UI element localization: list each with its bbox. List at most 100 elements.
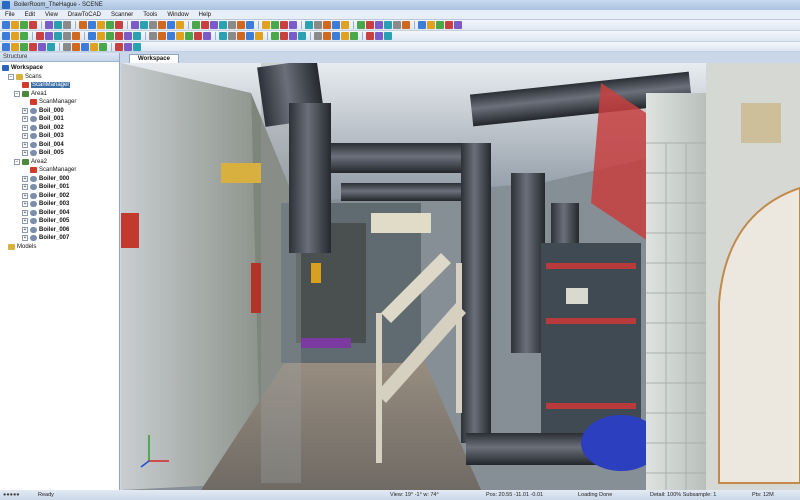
tab-workspace[interactable]: Workspace: [129, 54, 179, 63]
toolbar-button-icon[interactable]: [45, 32, 53, 40]
toolbar-button-icon[interactable]: [332, 21, 340, 29]
tree-item-scan[interactable]: + Boiler_003: [2, 200, 119, 209]
toolbar-button-icon[interactable]: [72, 42, 80, 51]
toolbar-button-icon[interactable]: [185, 32, 193, 40]
toolbar-button-icon[interactable]: [219, 21, 227, 29]
toolbar-button-icon[interactable]: [20, 42, 28, 51]
toolbar-button-icon[interactable]: [219, 32, 227, 40]
toolbar-button-icon[interactable]: [323, 32, 331, 40]
toolbar-button-icon[interactable]: [2, 42, 10, 51]
toolbar-button-icon[interactable]: [228, 32, 236, 40]
expand-icon[interactable]: +: [22, 175, 28, 182]
toolbar-button-icon[interactable]: [131, 21, 139, 29]
menu-scanner[interactable]: Scanner: [106, 12, 138, 18]
toolbar-button-icon[interactable]: [90, 42, 98, 51]
toolbar-button-icon[interactable]: [305, 21, 313, 29]
toolbar-button-icon[interactable]: [140, 21, 148, 29]
toolbar-button-icon[interactable]: [133, 42, 141, 51]
toolbar-button-icon[interactable]: [167, 21, 175, 29]
toolbar-button-icon[interactable]: [124, 32, 132, 40]
expand-icon[interactable]: +: [22, 150, 28, 157]
toolbar-button-icon[interactable]: [194, 32, 202, 40]
tree-item-scan[interactable]: + Boiler_007: [2, 234, 119, 243]
toolbar-button-icon[interactable]: [88, 32, 96, 40]
toolbar-button-icon[interactable]: [384, 32, 392, 40]
menu-file[interactable]: File: [0, 12, 20, 18]
toolbar-button-icon[interactable]: [454, 21, 462, 29]
expand-icon[interactable]: +: [22, 116, 28, 123]
toolbar-button-icon[interactable]: [255, 32, 263, 40]
toolbar-button-icon[interactable]: [29, 42, 37, 51]
expand-icon[interactable]: +: [22, 107, 28, 114]
toolbar-button-icon[interactable]: [192, 21, 200, 29]
toolbar-button-icon[interactable]: [357, 21, 365, 29]
toolbar-button-icon[interactable]: [176, 21, 184, 29]
toolbar-button-icon[interactable]: [289, 32, 297, 40]
tree-item-scans[interactable]: − Scans: [2, 73, 119, 82]
toolbar-button-icon[interactable]: [63, 21, 71, 29]
toolbar-button-icon[interactable]: [20, 21, 28, 29]
toolbar-button-icon[interactable]: [314, 32, 322, 40]
tree-item-area1[interactable]: − Area1: [2, 90, 119, 99]
tree-item-scan[interactable]: + Boil_001: [2, 115, 119, 124]
toolbar-button-icon[interactable]: [298, 32, 306, 40]
toolbar-button-icon[interactable]: [237, 32, 245, 40]
toolbar-button-icon[interactable]: [149, 32, 157, 40]
toolbar-button-icon[interactable]: [167, 32, 175, 40]
collapse-icon[interactable]: −: [14, 90, 20, 97]
tree-item-scan[interactable]: + Boil_002: [2, 124, 119, 133]
toolbar-button-icon[interactable]: [20, 32, 28, 40]
toolbar-button-icon[interactable]: [29, 21, 37, 29]
toolbar-button-icon[interactable]: [54, 32, 62, 40]
toolbar-button-icon[interactable]: [366, 32, 374, 40]
tree-item-area2[interactable]: − Area2: [2, 158, 119, 167]
toolbar-button-icon[interactable]: [341, 32, 349, 40]
tree-item-models[interactable]: Models: [2, 243, 119, 252]
menu-window[interactable]: Window: [162, 12, 193, 18]
tree-item-scan[interactable]: + Boil_000: [2, 107, 119, 116]
toolbar-button-icon[interactable]: [289, 21, 297, 29]
expand-icon[interactable]: +: [22, 141, 28, 148]
tree-item-area1-scan-manager[interactable]: ScanManager: [2, 98, 119, 107]
expand-icon[interactable]: +: [22, 184, 28, 191]
tree-item-scan[interactable]: + Boil_005: [2, 149, 119, 158]
toolbar-button-icon[interactable]: [36, 32, 44, 40]
toolbar-button-icon[interactable]: [11, 32, 19, 40]
toolbar-button-icon[interactable]: [79, 21, 87, 29]
menu-drawtocad[interactable]: DrawToCAD: [63, 12, 106, 18]
expand-icon[interactable]: +: [22, 235, 28, 242]
expand-icon[interactable]: +: [22, 133, 28, 140]
collapse-icon[interactable]: −: [14, 158, 20, 165]
collapse-icon[interactable]: −: [8, 73, 14, 80]
toolbar-button-icon[interactable]: [375, 21, 383, 29]
expand-icon[interactable]: +: [22, 226, 28, 233]
toolbar-button-icon[interactable]: [210, 21, 218, 29]
toolbar-button-icon[interactable]: [115, 21, 123, 29]
toolbar-button-icon[interactable]: [63, 32, 71, 40]
toolbar-button-icon[interactable]: [436, 21, 444, 29]
toolbar-button-icon[interactable]: [271, 32, 279, 40]
tree-item-scan[interactable]: + Boiler_001: [2, 183, 119, 192]
toolbar-button-icon[interactable]: [88, 21, 96, 29]
toolbar-button-icon[interactable]: [45, 21, 53, 29]
menu-edit[interactable]: Edit: [20, 12, 40, 18]
tree-item-scan[interactable]: + Boil_003: [2, 132, 119, 141]
toolbar-button-icon[interactable]: [149, 21, 157, 29]
toolbar-button-icon[interactable]: [133, 32, 141, 40]
toolbar-button-icon[interactable]: [11, 42, 19, 51]
toolbar-button-icon[interactable]: [11, 21, 19, 29]
toolbar-button-icon[interactable]: [366, 21, 374, 29]
toolbar-button-icon[interactable]: [115, 42, 123, 51]
toolbar-button-icon[interactable]: [38, 42, 46, 51]
toolbar-button-icon[interactable]: [124, 42, 132, 51]
toolbar-button-icon[interactable]: [323, 21, 331, 29]
toolbar-button-icon[interactable]: [246, 32, 254, 40]
menu-tools[interactable]: Tools: [138, 12, 162, 18]
toolbar-button-icon[interactable]: [63, 42, 71, 51]
toolbar-button-icon[interactable]: [375, 32, 383, 40]
expand-icon[interactable]: +: [22, 124, 28, 131]
tree-item-scan[interactable]: + Boiler_000: [2, 175, 119, 184]
toolbar-button-icon[interactable]: [2, 32, 10, 40]
toolbar-button-icon[interactable]: [158, 21, 166, 29]
toolbar-button-icon[interactable]: [176, 32, 184, 40]
